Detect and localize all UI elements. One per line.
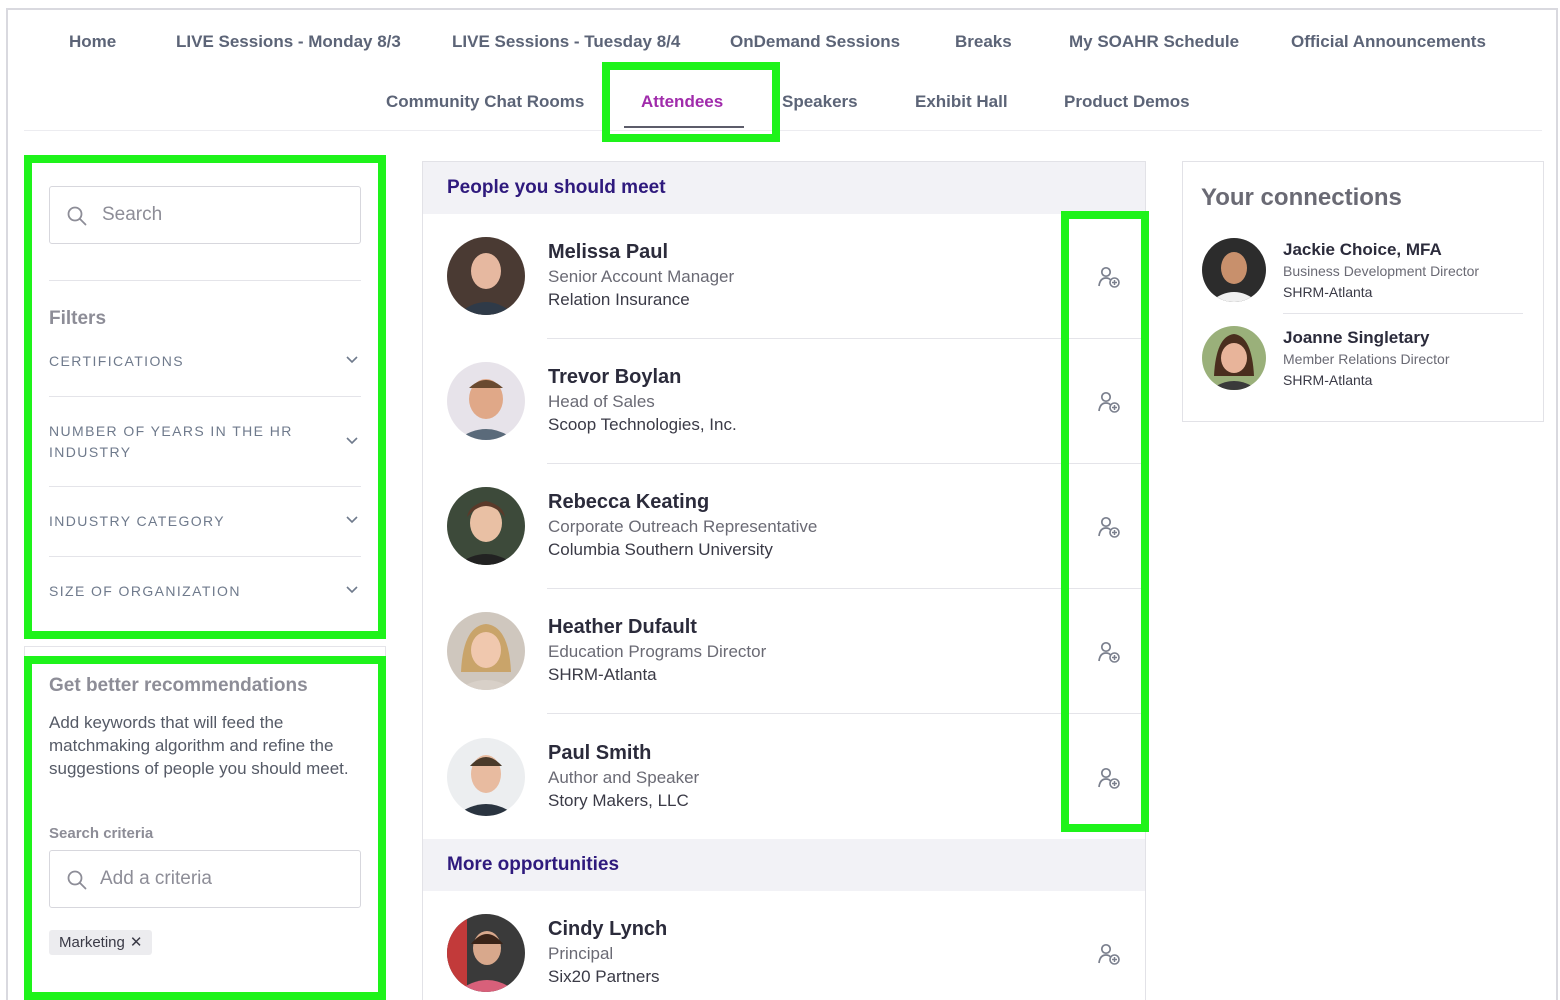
connection-name[interactable]: Jackie Choice, MFA [1283, 240, 1442, 260]
person-org: Relation Insurance [548, 290, 690, 309]
criteria-input[interactable]: Add a criteria [49, 850, 361, 908]
connections-title: Your connections [1201, 184, 1402, 211]
nav-chat-rooms[interactable]: Community Chat Rooms [386, 92, 584, 112]
connection-name[interactable]: Joanne Singletary [1283, 328, 1429, 348]
more-section-header: More opportunities [423, 839, 1145, 891]
search-placeholder: Search [102, 204, 163, 225]
person-title: Senior Account Manager [548, 267, 735, 286]
divider [49, 396, 361, 397]
nav-live-monday[interactable]: LIVE Sessions - Monday 8/3 [176, 32, 401, 52]
nav-announcements[interactable]: Official Announcements [1291, 32, 1486, 52]
nav-ondemand[interactable]: OnDemand Sessions [730, 32, 900, 52]
person-card[interactable]: Rebecca Keating Corporate Outreach Repre… [423, 463, 1145, 588]
person-title: Head of Sales [548, 392, 655, 411]
active-tab-underline [624, 126, 744, 128]
filter-label: SIZE OF ORGANIZATION [49, 583, 241, 599]
connection-org: SHRM-Atlanta [1283, 372, 1373, 388]
avatar [447, 487, 525, 565]
divider [49, 556, 361, 557]
person-org: Scoop Technologies, Inc. [548, 415, 737, 434]
section-title: People you should meet [447, 177, 666, 198]
add-contact-icon[interactable] [1097, 265, 1121, 289]
criteria-label: Search criteria [49, 825, 154, 842]
filter-label: CERTIFICATIONS [49, 353, 184, 369]
filter-label: NUMBER OF YEARS IN THE HR INDUSTRY [49, 423, 293, 460]
person-card[interactable]: Paul Smith Author and Speaker Story Make… [423, 714, 1145, 839]
person-card[interactable]: Melissa Paul Senior Account Manager Rela… [423, 213, 1145, 338]
remove-tag-icon[interactable]: ✕ [130, 934, 143, 951]
criteria-placeholder: Add a criteria [100, 868, 212, 889]
search-icon [67, 870, 87, 890]
avatar [447, 738, 525, 816]
person-name[interactable]: Cindy Lynch [548, 918, 667, 941]
divider [49, 280, 361, 281]
divider [49, 486, 361, 487]
filters-title: Filters [49, 308, 107, 329]
person-title: Corporate Outreach Representative [548, 517, 818, 536]
recommendations-title: Get better recommendations [49, 675, 308, 696]
nav-attendees[interactable]: Attendees [641, 92, 723, 112]
avatar [447, 237, 525, 315]
nav-divider [24, 130, 1542, 131]
divider [1283, 313, 1523, 314]
connection-title: Business Development Director [1283, 263, 1480, 279]
nav-exhibit-hall[interactable]: Exhibit Hall [915, 92, 1008, 112]
avatar [447, 362, 525, 440]
add-contact-icon[interactable] [1097, 390, 1121, 414]
avatar [1202, 326, 1266, 390]
person-title: Author and Speaker [548, 768, 700, 787]
tag-label: Marketing [59, 934, 125, 951]
connection-title: Member Relations Director [1283, 351, 1450, 367]
section-title: More opportunities [447, 854, 620, 875]
person-name[interactable]: Rebecca Keating [548, 491, 709, 514]
avatar [1202, 238, 1266, 302]
chevron-down-icon[interactable] [345, 436, 359, 446]
person-card[interactable]: Cindy Lynch Principal Six20 Partners [423, 890, 1145, 1000]
recommendations-description: Add keywords that will feed the matchmak… [49, 713, 349, 778]
add-contact-icon[interactable] [1097, 515, 1121, 539]
people-section-header: People you should meet [423, 162, 1145, 214]
chevron-down-icon[interactable] [345, 515, 359, 525]
person-name[interactable]: Paul Smith [548, 742, 651, 765]
nav-breaks[interactable]: Breaks [955, 32, 1012, 52]
nav-speakers[interactable]: Speakers [782, 92, 858, 112]
nav-my-schedule[interactable]: My SOAHR Schedule [1069, 32, 1239, 52]
person-card[interactable]: Heather Dufault Education Programs Direc… [423, 588, 1145, 713]
nav-product-demos[interactable]: Product Demos [1064, 92, 1190, 112]
connection-org: SHRM-Atlanta [1283, 284, 1373, 300]
person-title: Principal [548, 944, 614, 963]
person-name[interactable]: Melissa Paul [548, 241, 668, 264]
avatar [447, 914, 525, 992]
criteria-tag: Marketing ✕ [49, 930, 153, 955]
add-contact-icon[interactable] [1097, 942, 1121, 966]
add-contact-icon[interactable] [1097, 640, 1121, 664]
search-icon [67, 206, 87, 226]
nav-live-tuesday[interactable]: LIVE Sessions - Tuesday 8/4 [452, 32, 680, 52]
avatar [447, 612, 525, 690]
nav-home[interactable]: Home [69, 32, 116, 52]
add-contact-icon[interactable] [1097, 766, 1121, 790]
person-org: Six20 Partners [548, 967, 660, 986]
person-org: Story Makers, LLC [548, 791, 689, 810]
chevron-down-icon[interactable] [345, 355, 359, 365]
person-name[interactable]: Heather Dufault [548, 616, 697, 639]
person-name[interactable]: Trevor Boylan [548, 366, 681, 389]
person-org: SHRM-Atlanta [548, 665, 657, 684]
search-input[interactable]: Search [49, 186, 361, 244]
person-title: Education Programs Director [548, 642, 767, 661]
person-card[interactable]: Trevor Boylan Head of Sales Scoop Techno… [423, 338, 1145, 463]
filter-label: INDUSTRY CATEGORY [49, 513, 226, 529]
chevron-down-icon[interactable] [345, 585, 359, 595]
person-org: Columbia Southern University [548, 540, 773, 559]
